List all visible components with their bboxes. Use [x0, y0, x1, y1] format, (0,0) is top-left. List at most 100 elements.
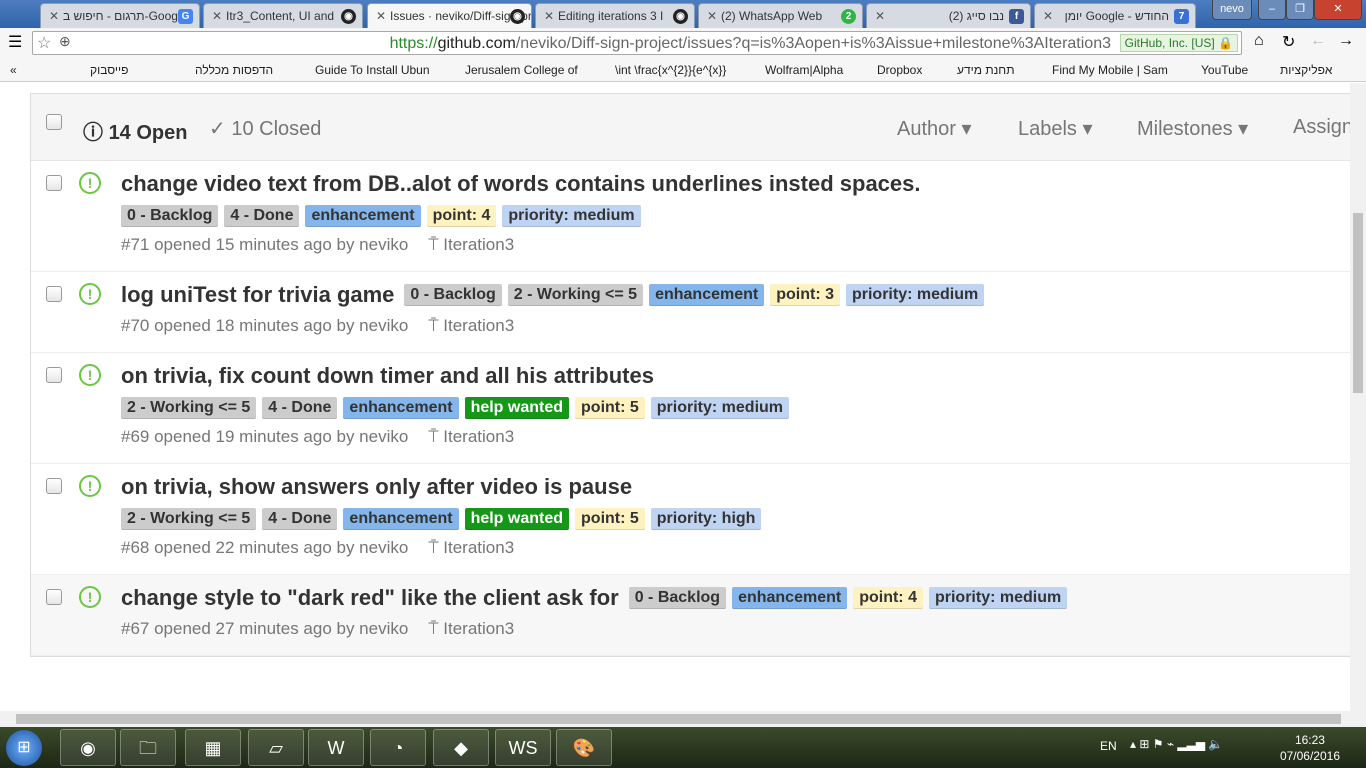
close-icon[interactable]: ✕	[49, 9, 59, 23]
ev-certificate-badge[interactable]: GitHub, Inc. [US] 🔒	[1119, 34, 1238, 52]
apps-taskbar-icon[interactable]: ▦	[185, 729, 241, 766]
horizontal-scrollbar[interactable]	[0, 711, 1366, 727]
issue-checkbox[interactable]	[46, 478, 62, 494]
issue-label[interactable]: 4 - Done	[262, 508, 338, 530]
author-filter[interactable]: Author ▾	[897, 116, 972, 141]
issue-checkbox[interactable]	[46, 589, 62, 605]
issue-title[interactable]: change video text from DB..alot of words…	[121, 171, 921, 197]
app-taskbar-icon[interactable]: ◆	[433, 729, 489, 766]
bookmark-apps[interactable]: אפליקציות	[1280, 63, 1332, 77]
tab-google-calendar[interactable]: ✕ יומן Google - החודש 7	[1034, 3, 1196, 28]
issue-label[interactable]: help wanted	[464, 397, 570, 419]
address-bar[interactable]: ☆ ⊕ https://github.com/neviko/Diff-sign-…	[32, 31, 1242, 55]
issue-label[interactable]: point: 5	[575, 508, 645, 530]
issue-label[interactable]: priority: medium	[928, 587, 1068, 609]
issue-label[interactable]: point: 3	[770, 284, 840, 306]
issue-title[interactable]: change style to "dark red" like the clie…	[121, 585, 619, 611]
issue-label[interactable]: priority: high	[650, 508, 762, 530]
sticky-notes-taskbar-icon[interactable]: ▱	[248, 729, 304, 766]
issue-label[interactable]: 2 - Working <= 5	[121, 508, 257, 530]
issue-milestone[interactable]: Iteration3	[443, 316, 514, 335]
issue-label[interactable]: enhancement	[343, 397, 459, 419]
issue-milestone[interactable]: Iteration3	[443, 538, 514, 557]
close-icon[interactable]: ✕	[212, 9, 222, 23]
issue-label[interactable]: 2 - Working <= 5	[121, 397, 257, 419]
chrome-taskbar-icon[interactable]: ◉	[60, 729, 116, 766]
issue-label[interactable]: help wanted	[464, 508, 570, 530]
bookmark-wolfram[interactable]: Wolfram|Alpha	[765, 63, 843, 77]
minimize-button[interactable]: –	[1258, 0, 1286, 20]
issue-label[interactable]: 4 - Done	[262, 397, 338, 419]
issue-label[interactable]: priority: medium	[502, 205, 641, 227]
bookmark-latex[interactable]: \int \frac{x^{2}}{e^{x}}	[615, 63, 726, 77]
open-issues-tab[interactable]: ⓘ 14 Open	[83, 116, 187, 145]
issue-milestone[interactable]: Iteration3	[443, 619, 514, 638]
bookmark-ubuntu-guide[interactable]: Guide To Install Ubun	[315, 63, 430, 77]
forward-icon[interactable]: →	[1338, 32, 1354, 50]
close-icon[interactable]: ✕	[1043, 9, 1053, 23]
issue-label[interactable]: point: 5	[575, 397, 645, 419]
issue-label[interactable]: point: 4	[853, 587, 923, 609]
assignee-filter[interactable]: Assign	[1293, 116, 1350, 139]
tab-editing-iterations[interactable]: ✕ Editing iterations 3 I ◉	[535, 3, 695, 28]
url-text[interactable]: https://github.com/neviko/Diff-sign-proj…	[390, 35, 1111, 53]
bookmark-dropbox[interactable]: Dropbox	[877, 63, 922, 77]
menu-icon[interactable]: ☰	[8, 32, 22, 52]
language-indicator[interactable]: EN	[1100, 739, 1117, 753]
tab-issues[interactable]: ✕Issues · neviko/Diff-sign-project◉	[367, 3, 532, 28]
issue-label[interactable]: 0 - Backlog	[404, 284, 502, 306]
tab-whatsapp[interactable]: ✕ (2) WhatsApp Web 2	[698, 3, 863, 28]
close-icon[interactable]: ✕	[376, 9, 386, 23]
milestones-filter[interactable]: Milestones ▾	[1137, 116, 1248, 141]
issue-checkbox[interactable]	[46, 286, 62, 302]
issue-label[interactable]: point: 4	[426, 205, 497, 227]
tab-google-translate[interactable]: ✕ תרגום - חיפוש ב-Google G	[40, 3, 200, 28]
star-icon[interactable]: ☆	[37, 33, 51, 53]
labels-filter[interactable]: Labels ▾	[1018, 116, 1093, 141]
issue-checkbox[interactable]	[46, 367, 62, 383]
vertical-scrollbar[interactable]	[1350, 83, 1366, 711]
issue-milestone[interactable]: Iteration3	[443, 427, 514, 446]
bookmark-jerusalem-college[interactable]: Jerusalem College of	[465, 63, 578, 77]
explorer-taskbar-icon[interactable]: 🗀	[120, 729, 176, 766]
bookmark-facebook[interactable]: פייסבוק	[90, 63, 128, 77]
issue-label[interactable]: priority: medium	[650, 397, 790, 419]
zoom-icon[interactable]: ⊕	[59, 33, 71, 50]
close-icon[interactable]: ✕	[875, 9, 885, 23]
close-icon[interactable]: ✕	[544, 9, 554, 23]
issue-title[interactable]: on trivia, fix count down timer and all …	[121, 363, 654, 389]
issue-milestone[interactable]: Iteration3	[443, 235, 514, 254]
issue-label[interactable]: enhancement	[732, 587, 848, 609]
reload-icon[interactable]: ↻	[1282, 32, 1295, 52]
issue-label[interactable]: enhancement	[649, 284, 765, 306]
back-icon[interactable]: ←	[1310, 32, 1326, 50]
bookmark-college-printing[interactable]: הדפסות מכללה	[195, 63, 273, 77]
maximize-button[interactable]: ❐	[1286, 0, 1314, 20]
issue-label[interactable]: priority: medium	[845, 284, 985, 306]
word-taskbar-icon[interactable]: W	[308, 729, 364, 766]
bookmarks-overflow-icon[interactable]: «	[10, 63, 17, 77]
select-all-checkbox[interactable]	[46, 114, 62, 130]
issue-label[interactable]: enhancement	[343, 508, 459, 530]
bookmark-find-my-mobile[interactable]: Find My Mobile | Sam	[1052, 63, 1168, 77]
issue-label[interactable]: 4 - Done	[224, 205, 300, 227]
pdf-taskbar-icon[interactable]: ◔	[370, 729, 426, 766]
issue-label[interactable]: 0 - Backlog	[628, 587, 727, 609]
issue-label[interactable]: 2 - Working <= 5	[507, 284, 644, 306]
tab-facebook[interactable]: ✕ (2) נבו סייג f	[866, 3, 1031, 28]
paint-taskbar-icon[interactable]: 🎨	[556, 729, 612, 766]
issue-label[interactable]: enhancement	[305, 205, 421, 227]
tab-itr3-content[interactable]: ✕ Itr3_Content, UI and ◉	[203, 3, 363, 28]
show-hidden-icons[interactable]: ▴ ⊞ ⚑ ⌁ ▂▃▅ 🔈	[1130, 737, 1223, 751]
issue-checkbox[interactable]	[46, 175, 62, 191]
issue-label[interactable]: 0 - Backlog	[121, 205, 219, 227]
close-icon[interactable]: ✕	[707, 9, 717, 23]
issue-title[interactable]: on trivia, show answers only after video…	[121, 474, 632, 500]
webstorm-taskbar-icon[interactable]: WS	[495, 729, 551, 766]
home-icon[interactable]: ⌂	[1254, 32, 1264, 50]
bookmark-youtube[interactable]: YouTube	[1201, 63, 1248, 77]
issue-title[interactable]: log uniTest for trivia game	[121, 282, 394, 308]
bookmark-info-station[interactable]: תחנת מידע	[957, 63, 1014, 77]
close-window-button[interactable]: ✕	[1314, 0, 1362, 20]
closed-issues-tab[interactable]: ✓ 10 Closed	[209, 116, 321, 141]
